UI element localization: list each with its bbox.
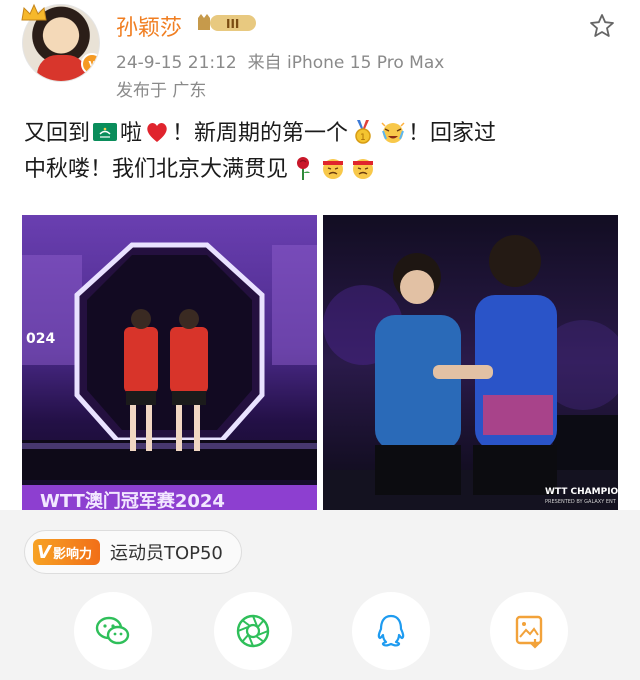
podium-photo-scene: 024 WTT澳门冠军赛2024 [22,242,317,510]
post-location: 发布于 广东 [116,81,207,101]
favorite-star-icon[interactable] [588,12,616,40]
v-icon: V [37,541,51,563]
influence-v-badge: V 影响力 [33,539,100,565]
crying-happy-face-icon [381,122,405,143]
svg-text:1: 1 [360,133,366,143]
vip-level: III [226,17,239,31]
handshake-photo[interactable]: WTT CHAMPIONS PRESENTED BY GALAXY ENT [323,215,618,510]
rose-icon [297,157,311,180]
influence-rank: 运动员TOP50 [109,543,223,564]
fighting-face-icon [323,159,344,179]
post-text-segment: ！新周期的第一个 [172,121,349,146]
crown-icon [21,3,47,21]
post-text-segment: 中秋喽！我们北京大满贯见 [24,157,289,182]
post-images: 024 WTT澳门冠军赛2024 WTT CHAMPIO PRESENTED B… [22,215,618,510]
fighting-face-icon [353,159,374,179]
influence-badge-label: 影响力 [52,546,92,562]
share-moments-button[interactable] [214,592,292,670]
photo1-banner-text: WTT澳门冠军赛2024 [40,490,225,510]
username[interactable]: 孙颖莎 [116,10,182,42]
avatar-shirt [37,55,87,81]
post-text-segment: 又回到 [24,121,91,146]
save-image-icon [515,615,543,649]
share-wechat-button[interactable] [74,592,152,670]
red-heart-icon [147,123,167,142]
influence-badge[interactable]: V 影响力 运动员TOP50 [24,530,242,574]
podium-photo[interactable]: 024 WTT澳门冠军赛2024 [22,215,317,510]
post-meta-time-source: 24-9-15 21:12 来自 iPhone 15 Pro Max [116,48,444,73]
handshake-photo-scene: WTT CHAMPIONS PRESENTED BY GALAXY ENT [323,235,618,510]
verified-badge-icon: v [81,53,99,75]
post-text-segment: 啦 [120,121,143,146]
wechat-icon [95,616,130,645]
save-image-button[interactable] [490,592,568,670]
post-text-segment: ！回家过 [408,121,497,146]
post-header: v 孙颖莎 III 24-9-15 21:12 来自 iPhone 15 Pro… [0,0,640,110]
macau-flag-icon [93,123,118,141]
post-text: 又回到 啦 ！新周期的第一个 1 ！回家过 中秋喽！我们北京大满贯见 [24,116,619,188]
photo2-banner-text: WTT CHAMPIONS [545,487,618,497]
vip-badge[interactable]: III [196,12,258,34]
gold-medal-icon: 1 [355,120,371,144]
photo2-sub-text: PRESENTED BY GALAXY ENT [545,499,617,505]
qq-icon [377,614,405,647]
share-qq-button[interactable] [352,592,430,670]
photo1-year-text: 024 [26,331,55,347]
moments-icon [236,614,270,648]
post-timestamp: 24-9-15 21:12 [116,53,237,73]
share-row [0,592,640,672]
post-source: 来自 iPhone 15 Pro Max [247,53,445,73]
